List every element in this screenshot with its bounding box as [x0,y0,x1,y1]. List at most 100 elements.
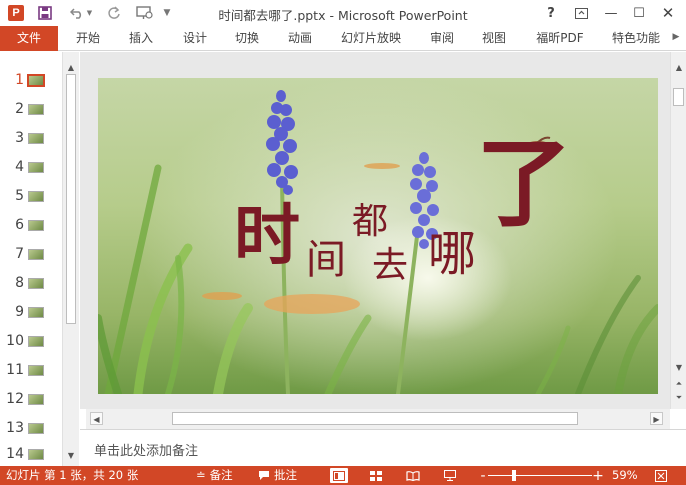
slide-thumbnail[interactable]: 5 [0,186,62,208]
slide-title-char-shi[interactable]: 时 [234,202,300,268]
slide-thumbnail[interactable]: 3 [0,128,62,150]
slide-number: 9 [15,304,24,320]
comments-toggle-button[interactable]: 批注 [258,466,297,485]
scroll-right-icon[interactable]: ▶ [650,412,663,425]
slide-number: 1 [15,72,24,88]
scroll-left-icon[interactable]: ◀ [90,412,103,425]
slide-thumbnail-image [28,423,44,434]
slide-number: 4 [15,159,24,175]
tab-slideshow[interactable]: 幻灯片放映 [334,26,408,51]
scroll-up-icon[interactable]: ▲ [65,62,77,74]
zoom-level-button[interactable]: 59% [612,466,638,485]
notes-toggle-button[interactable]: ≐ 备注 [196,466,233,485]
redo-button[interactable] [104,3,124,23]
maximize-button[interactable]: ☐ [626,2,652,24]
slide-thumbnail[interactable]: 10 [0,331,62,353]
slide-canvas[interactable]: 时 间 都 去 哪 了 [98,78,658,394]
comments-button-label: 批注 [274,468,297,482]
next-slide-icon[interactable]: ⏷ [673,392,685,404]
reading-view-button[interactable] [404,468,422,483]
undo-button[interactable]: ▼ [66,3,96,23]
app-icon-letter: P [8,5,24,21]
slide-thumbnail[interactable]: 11 [0,360,62,382]
help-button[interactable]: ? [538,2,564,24]
slide-thumbnail-image [28,133,44,144]
zoom-slider-handle[interactable] [512,470,516,481]
slide-thumbnail[interactable]: 14 [0,444,62,466]
tab-foxit-pdf[interactable]: 福昕PDF [528,26,592,51]
slide-title-char-na[interactable]: 哪 [428,230,476,278]
reading-view-icon [406,470,420,481]
slide-horizontal-scrollbar[interactable]: ◀ ▶ [86,409,670,429]
tab-animations[interactable]: 动画 [279,26,321,51]
tab-insert[interactable]: 插入 [120,26,162,51]
slide-thumbnail[interactable]: 12 [0,389,62,411]
slide-number: 12 [6,391,24,407]
close-button[interactable]: ✕ [655,2,681,24]
thumbnail-scroll-thumb[interactable] [66,74,76,324]
tab-design[interactable]: 设计 [174,26,216,51]
slide-thumbnail[interactable]: 6 [0,215,62,237]
customize-quick-access-icon[interactable]: ▼ [160,3,174,23]
minimize-button[interactable]: — [598,2,624,24]
notes-placeholder[interactable]: 单击此处添加备注 [94,440,198,459]
slideshow-icon [444,470,456,481]
slide-number: 2 [15,101,24,117]
ribbon-display-options-button[interactable] [568,2,594,24]
scroll-up-icon[interactable]: ▲ [673,62,685,74]
slide-thumbnail-image [28,336,44,347]
slide-title-char-jian[interactable]: 间 [306,240,346,280]
slide-number: 6 [15,217,24,233]
tab-file[interactable]: 文件 [0,26,58,51]
slide-number: 5 [15,188,24,204]
slide-thumbnail[interactable]: 7 [0,244,62,266]
slide-sorter-view-button[interactable] [367,468,385,483]
slide-thumbnail-image [28,191,44,202]
slide-title-char-le[interactable]: 了 [476,136,572,232]
slide-number: 10 [6,333,24,349]
comment-icon [259,471,269,480]
undo-dropdown-icon[interactable]: ▼ [87,9,92,17]
powerpoint-app-icon[interactable]: P [6,3,26,23]
slide-title-char-dou[interactable]: 都 [352,204,388,240]
slide-vertical-scrollbar[interactable]: ▲ ▼ ⏶ ⏷ [670,52,686,409]
start-from-beginning-button[interactable] [132,3,158,23]
slide-sorter-icon [370,470,382,481]
slide-thumbnail[interactable]: 2 [0,99,62,121]
slide-thumbnail[interactable]: 13 [0,418,62,440]
slide-thumbnail-image [28,220,44,231]
scroll-down-icon[interactable]: ▼ [673,362,685,374]
slideshow-view-button[interactable] [441,468,459,483]
tab-home[interactable]: 开始 [68,26,108,51]
notes-pane[interactable]: 单击此处添加备注 [80,429,686,466]
slide-number: 8 [15,275,24,291]
tab-review[interactable]: 审阅 [421,26,463,51]
tab-view[interactable]: 视图 [473,26,515,51]
undo-icon [69,8,81,19]
ribbon-tab-bar: 文件 开始 插入 设计 切换 动画 幻灯片放映 审阅 视图 福昕PDF 特色功能… [0,26,686,51]
slide-thumbnail-image [28,394,44,405]
normal-view-button[interactable] [330,468,348,483]
slide-thumbnail[interactable]: 9 [0,302,62,324]
slide-number: 13 [6,420,24,436]
ribbon-scroll-right-icon[interactable]: ▶ [670,32,682,46]
tab-transitions[interactable]: 切换 [226,26,268,51]
save-button[interactable] [34,3,56,23]
slide-scroll-thumb[interactable] [673,88,684,106]
zoom-slider-track[interactable] [488,475,592,476]
slide-count-indicator: 幻灯片 第 1 张，共 20 张 [6,468,139,482]
slide-thumbnail-image [28,365,44,376]
fit-to-window-button[interactable] [652,468,670,483]
previous-slide-icon[interactable]: ⏶ [673,378,685,390]
thumbnail-scrollbar[interactable]: ▲ ▼ [62,52,79,466]
slide-thumbnail[interactable]: 4 [0,157,62,179]
normal-view-icon [333,470,345,481]
slide-thumbnail[interactable]: 8 [0,273,62,295]
notes-button-label: 备注 [209,468,233,482]
slide-thumbnail[interactable]: 1 [0,70,62,92]
tab-special-features[interactable]: 特色功能 [604,26,668,51]
scroll-down-icon[interactable]: ▼ [65,450,77,462]
slide-title-char-qu[interactable]: 去 [372,248,408,284]
horizontal-scroll-thumb[interactable] [172,412,578,425]
zoom-in-button[interactable]: + [589,468,607,484]
